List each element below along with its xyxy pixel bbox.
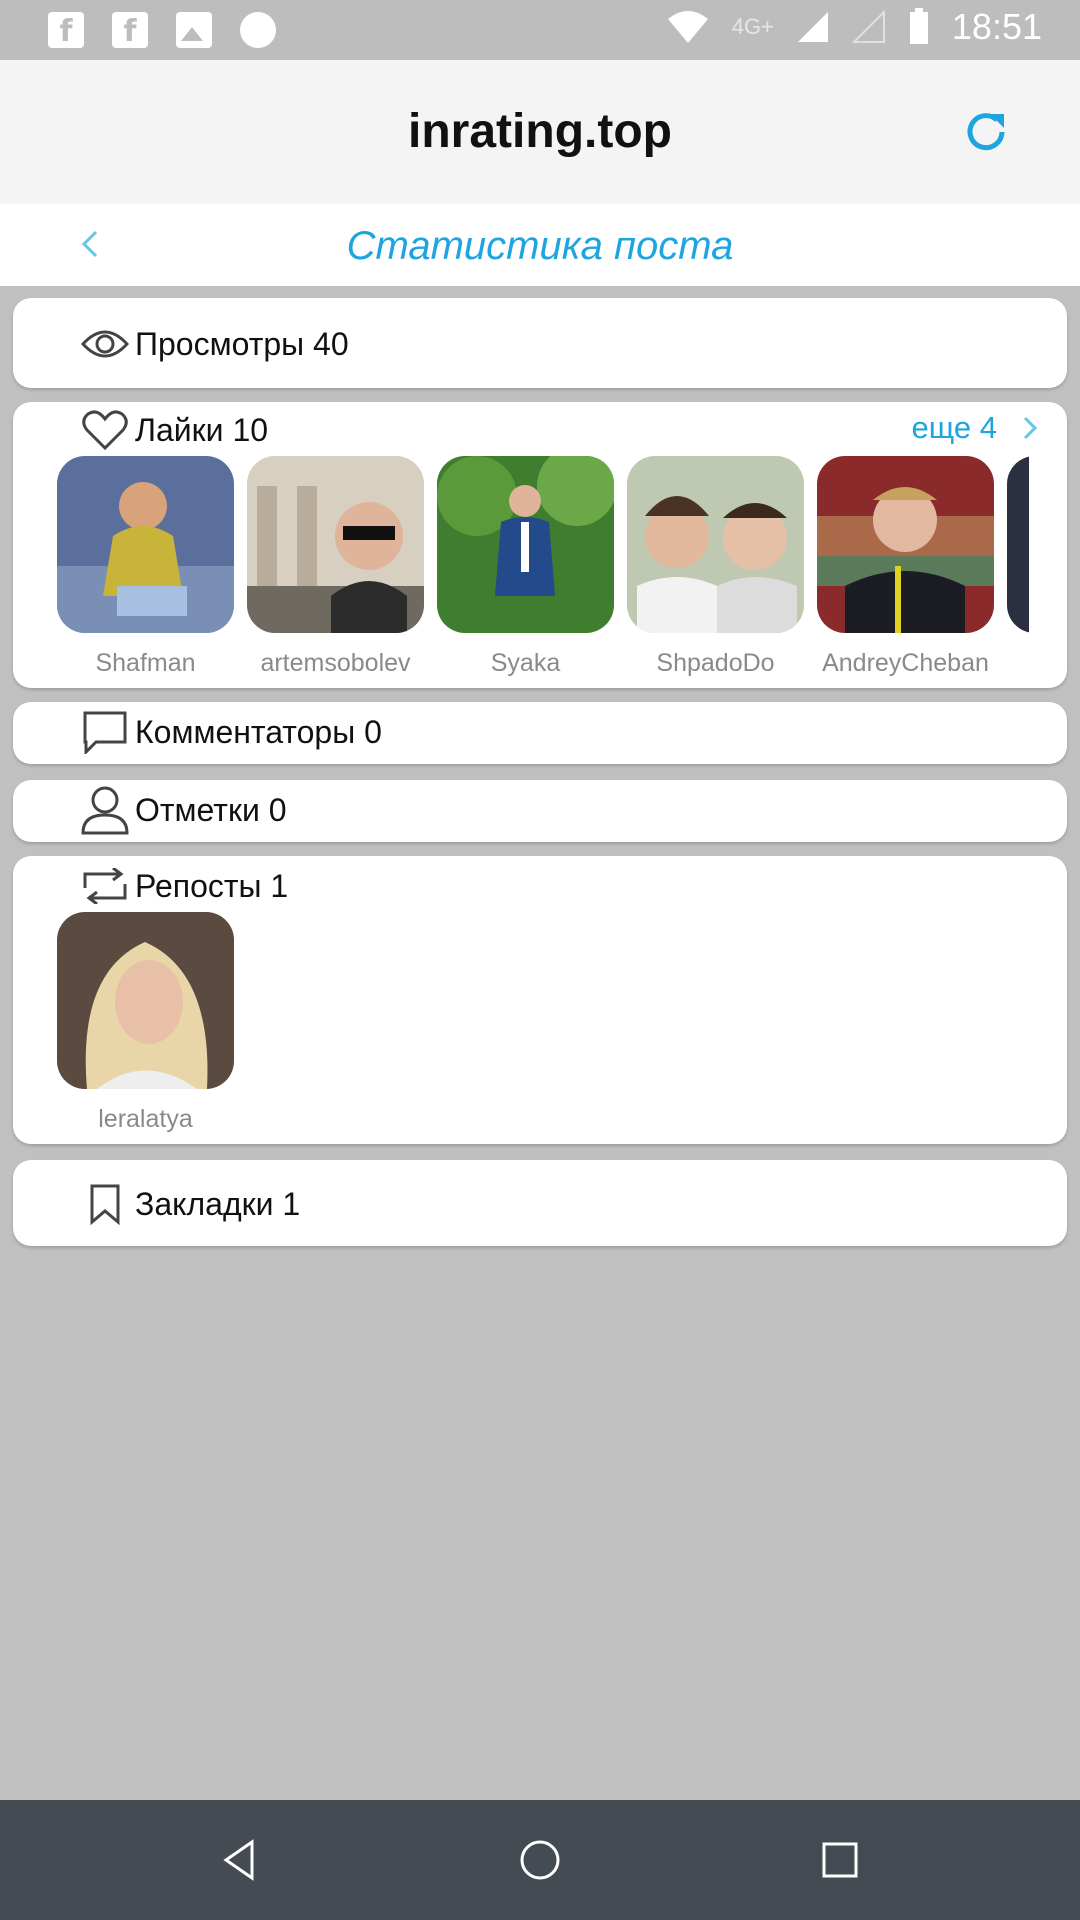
app-title: inrating.top: [408, 105, 672, 158]
battery-icon: [909, 8, 928, 44]
image-icon: [176, 12, 212, 48]
likes-more-label: еще 4: [911, 410, 998, 445]
avatar: [57, 912, 234, 1089]
user-item[interactable]: artemsobolev: [247, 456, 424, 696]
bookmarks-label: Закладки 1: [135, 1185, 301, 1222]
repost-icon: [79, 860, 131, 912]
views-card[interactable]: Просмотры 40: [13, 298, 1067, 388]
likes-more-button[interactable]: еще 4: [912, 410, 1044, 446]
avatar: [1007, 456, 1029, 633]
heart-icon: [79, 404, 131, 456]
likes-label: Лайки 10: [135, 411, 269, 448]
nav-home-icon[interactable]: [516, 1836, 564, 1884]
chevron-right-icon: [1023, 416, 1038, 440]
tags-card[interactable]: Отметки 0: [13, 780, 1067, 842]
eye-icon: [79, 318, 131, 370]
status-time: 18:51: [951, 6, 1042, 47]
signal-icon: [851, 10, 885, 43]
page-title: Статистика поста: [346, 224, 734, 268]
avatar: [57, 456, 234, 633]
person-icon: [79, 784, 131, 836]
avatar: [247, 456, 424, 633]
bookmarks-card[interactable]: Закладки 1: [13, 1160, 1067, 1246]
commenters-label: Комментаторы 0: [135, 713, 382, 750]
avatar: [627, 456, 804, 633]
user-item-partial[interactable]: [1007, 456, 1029, 696]
nav-back-icon[interactable]: [216, 1836, 264, 1884]
user-item[interactable]: Shafman: [57, 456, 234, 696]
user-item[interactable]: leralatya: [57, 912, 234, 1152]
refresh-icon[interactable]: [960, 106, 1012, 158]
user-name: AndreyCheban: [822, 649, 989, 677]
app-header: inrating.top: [0, 60, 1080, 204]
status-bar: 4G+ 18:51: [0, 0, 1080, 60]
loading-icon: [240, 12, 276, 48]
bookmark-icon: [79, 1178, 131, 1230]
user-item[interactable]: ShpadoDo: [627, 456, 804, 696]
user-name: leralatya: [98, 1105, 193, 1133]
facebook-icon: [112, 12, 148, 49]
user-name: Shafman: [95, 649, 196, 677]
user-name: artemsobolev: [260, 649, 411, 677]
user-name: ShpadoDo: [656, 649, 775, 677]
page-header: Статистика поста: [0, 204, 1080, 286]
nav-recents-icon[interactable]: [816, 1836, 864, 1884]
reposts-user-list: leralatya: [57, 912, 1029, 1152]
signal-icon: [797, 12, 828, 42]
comment-icon: [79, 706, 131, 758]
commenters-card[interactable]: Комментаторы 0: [13, 702, 1067, 764]
network-type: 4G+: [731, 14, 774, 39]
user-name: Syaka: [490, 649, 561, 677]
avatar: [817, 456, 994, 633]
views-label: Просмотры 40: [135, 325, 349, 362]
reposts-card: Репосты 1 leralatya: [13, 856, 1067, 1144]
system-nav-bar: [0, 1800, 1080, 1920]
likes-card: Лайки 10 еще 4 Shafman artemsobolev Syak…: [13, 402, 1067, 688]
reposts-label: Репосты 1: [135, 867, 289, 904]
wifi-icon: [667, 11, 708, 43]
tags-label: Отметки 0: [135, 791, 287, 828]
user-item[interactable]: Syaka: [437, 456, 614, 696]
avatar: [437, 456, 614, 633]
facebook-icon: [48, 12, 84, 49]
user-item[interactable]: AndreyCheban: [817, 456, 994, 696]
likes-user-list: Shafman artemsobolev Syaka ShpadoDo Andr…: [57, 456, 1029, 696]
